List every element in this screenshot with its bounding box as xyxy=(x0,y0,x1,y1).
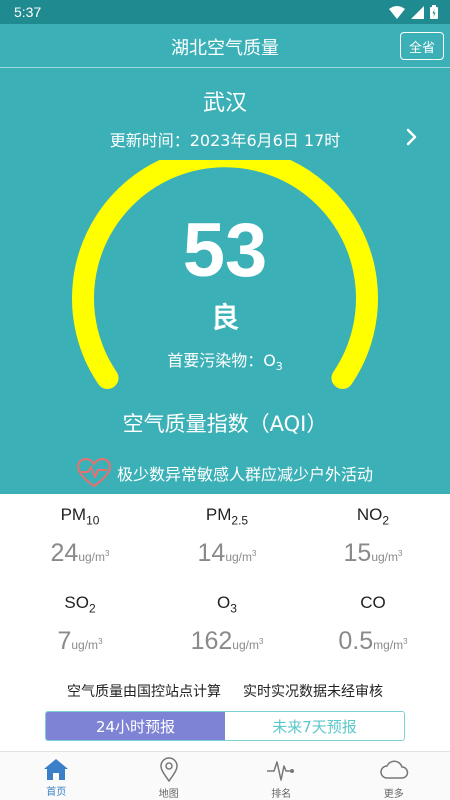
forecast-tabs: 24小时预报 未来7天预报 xyxy=(45,711,405,741)
metric-value: 24 xyxy=(50,539,79,567)
metric-unit-sup: 3 xyxy=(258,637,264,646)
metric-unit-sup: 3 xyxy=(98,637,103,646)
metric-pm10: PM10 24ug/m3 xyxy=(5,505,155,568)
metric-name: PM xyxy=(205,505,232,524)
metric-pm25: PM2.5 14ug/m3 xyxy=(152,505,302,568)
metric-unit: ug/m xyxy=(371,550,399,564)
metric-unit-sup: 3 xyxy=(105,549,110,558)
heart-pulse-icon xyxy=(76,458,111,488)
metric-sub: 2.5 xyxy=(231,513,249,528)
metric-unit: ug/m xyxy=(78,550,106,564)
nav-label: 排名 xyxy=(271,789,292,800)
metric-sub: 2 xyxy=(382,513,390,528)
status-bar: 5:37 xyxy=(0,0,450,24)
metric-value: 15 xyxy=(343,539,372,567)
nav-item-map[interactable]: 地图 xyxy=(113,752,226,800)
note-left: 空气质量由国控站点计算 xyxy=(67,684,221,700)
primary-pollutant-label: 首要污染物：O xyxy=(167,351,276,370)
tab-24h-forecast[interactable]: 24小时预报 xyxy=(46,712,225,740)
status-time: 5:37 xyxy=(14,4,42,20)
metric-value: 0.5 xyxy=(338,627,374,655)
metric-unit-sup: 3 xyxy=(252,549,257,558)
metric-sub: 10 xyxy=(86,513,100,528)
bottom-nav: 首页 地图 排名 更多 xyxy=(0,751,450,800)
app-header: 湖北空气质量 全省 xyxy=(0,24,450,68)
metric-value: 162 xyxy=(190,627,233,655)
metric-name: O xyxy=(217,593,231,612)
metric-unit-sup: 3 xyxy=(398,549,403,558)
status-icons xyxy=(389,5,438,19)
metric-unit: mg/m xyxy=(373,638,404,652)
aqi-value: 53 xyxy=(182,208,268,293)
cloud-icon xyxy=(380,760,408,779)
aqi-index-label: 空气质量指数（AQI） xyxy=(122,412,328,436)
province-button[interactable]: 全省 xyxy=(400,32,444,60)
metric-sub: 2 xyxy=(88,601,96,616)
note-right: 实时实况数据未经审核 xyxy=(243,684,383,700)
wifi-icon xyxy=(389,5,405,19)
metric-unit: ug/m xyxy=(232,638,259,652)
nav-label: 地图 xyxy=(158,789,179,800)
metric-no2: NO2 15ug/m3 xyxy=(298,505,448,568)
primary-pollutant: 首要污染物：O3 xyxy=(0,347,450,373)
nav-label: 首页 xyxy=(46,787,67,798)
metric-so2: SO2 7ug/m3 xyxy=(5,593,155,656)
signal-icon xyxy=(411,5,424,19)
data-notes: 空气质量由国控站点计算 实时实况数据未经审核 xyxy=(0,681,450,701)
battery-icon xyxy=(430,5,438,19)
metric-sub: 3 xyxy=(230,601,237,616)
home-icon xyxy=(44,759,69,780)
chevron-right-icon[interactable] xyxy=(402,126,422,148)
tab-7day-forecast[interactable]: 未来7天预报 xyxy=(225,712,404,740)
nav-item-home[interactable]: 首页 xyxy=(0,752,113,800)
metric-unit: ug/m xyxy=(225,550,253,564)
map-pin-icon xyxy=(159,757,178,783)
metric-name: PM xyxy=(60,505,87,524)
nav-item-more[interactable]: 更多 xyxy=(338,752,450,800)
metric-co: CO 0.5mg/m3 xyxy=(298,593,448,656)
health-advice: 极少数异常敏感人群应减少户外活动 xyxy=(0,458,450,488)
city-name: 武汉 xyxy=(202,91,247,116)
metric-o3: O3 162ug/m3 xyxy=(152,593,302,656)
metric-unit: ug/m xyxy=(71,638,99,652)
primary-pollutant-sub: 3 xyxy=(275,360,283,374)
nav-item-ranking[interactable]: 排名 xyxy=(225,752,338,800)
metric-name: CO xyxy=(360,593,386,612)
nav-label: 更多 xyxy=(383,789,404,800)
metric-value: 7 xyxy=(57,627,72,655)
app-title: 湖北空气质量 xyxy=(171,38,279,59)
metric-name: SO xyxy=(64,593,89,612)
metric-unit-sup: 3 xyxy=(403,637,408,646)
metric-name: NO xyxy=(356,505,383,524)
health-advice-text: 极少数异常敏感人群应减少户外活动 xyxy=(116,465,373,484)
update-time: 更新时间：2023年6月6日 17时 xyxy=(109,131,341,150)
aqi-level: 良 xyxy=(210,301,239,334)
pulse-icon xyxy=(267,761,295,781)
metric-value: 14 xyxy=(197,539,226,567)
